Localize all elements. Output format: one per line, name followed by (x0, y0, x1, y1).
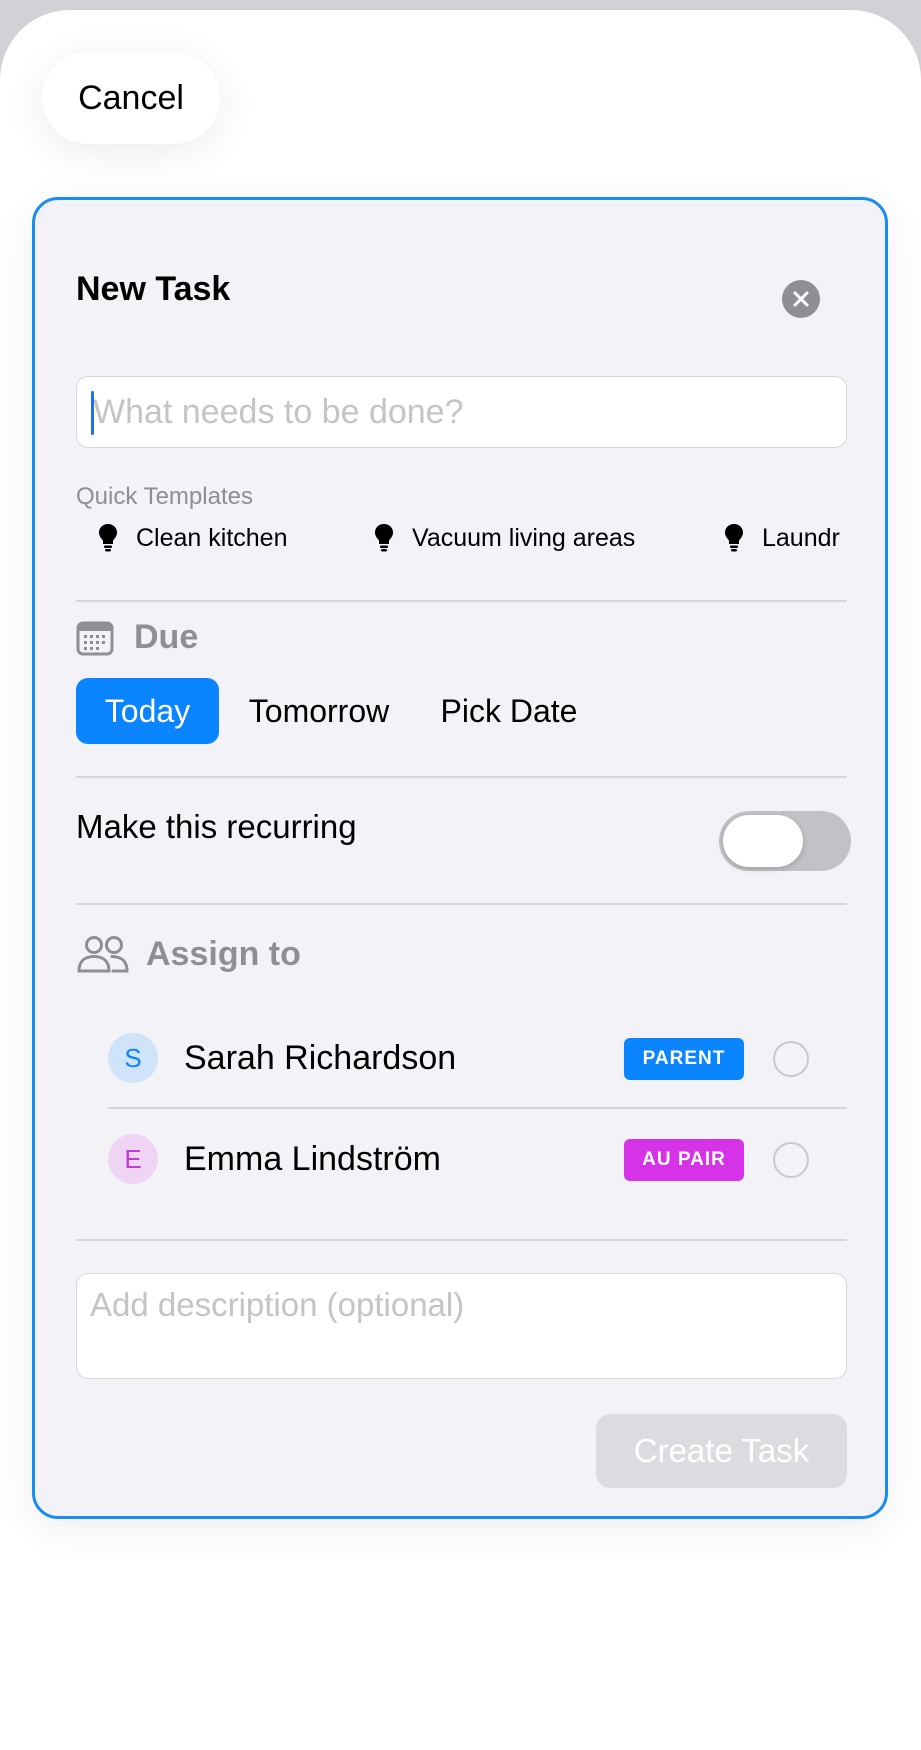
modal-sheet: Cancel New Task Quick Templates Clean ki… (0, 10, 921, 1750)
template-chip-vacuum[interactable]: Vacuum living areas (374, 508, 635, 568)
close-icon (792, 290, 810, 308)
description-input[interactable] (76, 1273, 847, 1379)
text-caret (91, 391, 94, 435)
template-label: Vacuum living areas (412, 523, 636, 552)
member-row-emma[interactable]: E Emma Lindström AU PAIR (108, 1108, 847, 1208)
cancel-button[interactable]: Cancel (42, 52, 220, 144)
avatar: S (108, 1033, 158, 1083)
divider (76, 600, 847, 602)
assign-header: Assign to (76, 934, 301, 974)
avatar: E (108, 1134, 158, 1184)
member-name: Sarah Richardson (184, 1039, 457, 1077)
people-icon (76, 934, 130, 974)
due-header: Due (76, 618, 198, 657)
role-badge: AU PAIR (624, 1139, 744, 1181)
member-select-radio[interactable] (773, 1041, 809, 1077)
recurring-label: Make this recurring (76, 808, 357, 845)
role-badge: PARENT (624, 1038, 744, 1080)
due-option-today[interactable]: Today (76, 678, 219, 744)
card-title: New Task (76, 270, 231, 308)
assign-label: Assign to (146, 934, 301, 973)
template-label: Laundr (762, 523, 840, 552)
toggle-knob (723, 815, 803, 867)
template-chip-clean-kitchen[interactable]: Clean kitchen (98, 508, 287, 568)
lightbulb-icon (724, 523, 744, 553)
templates-label: Quick Templates (76, 483, 253, 510)
close-button[interactable] (782, 280, 820, 318)
new-task-card: New Task Quick Templates Clean kitchen V… (32, 197, 888, 1519)
divider (76, 1239, 847, 1241)
due-option-tomorrow[interactable]: Tomorrow (234, 678, 404, 744)
divider (76, 776, 847, 778)
divider (76, 903, 847, 905)
member-row-sarah[interactable]: S Sarah Richardson PARENT (108, 1007, 847, 1107)
template-label: Clean kitchen (136, 523, 288, 552)
member-name: Emma Lindström (184, 1140, 441, 1178)
create-task-button[interactable]: Create Task (596, 1414, 847, 1488)
template-chip-laundry[interactable]: Laundr (724, 508, 840, 568)
lightbulb-icon (98, 523, 118, 553)
quick-templates: Clean kitchen Vacuum living areas Laundr (76, 508, 847, 568)
calendar-icon (76, 620, 114, 656)
task-title-input[interactable] (76, 376, 847, 448)
member-select-radio[interactable] (773, 1142, 809, 1178)
lightbulb-icon (374, 523, 394, 553)
recurring-toggle[interactable] (719, 811, 851, 871)
due-label: Due (134, 618, 199, 656)
due-option-pick-date[interactable]: Pick Date (425, 678, 593, 744)
